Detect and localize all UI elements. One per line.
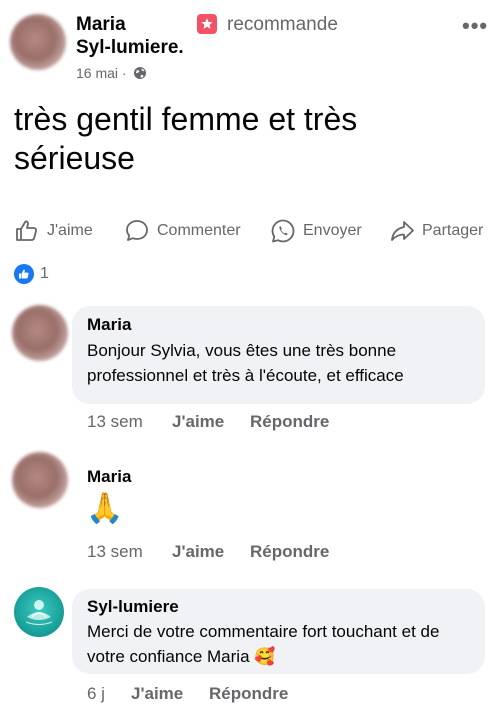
globe-icon <box>133 66 147 85</box>
comment-time: 6 j <box>87 684 105 703</box>
commenter-avatar[interactable] <box>12 305 68 361</box>
post-author-avatar[interactable] <box>10 14 66 70</box>
author-name[interactable]: Maria <box>76 14 126 35</box>
like-reaction-icon[interactable] <box>14 264 34 284</box>
like-button[interactable]: J'aime <box>14 216 93 246</box>
comment-time: 13 sem <box>87 412 143 431</box>
comment-reply-button[interactable]: Répondre <box>250 542 329 562</box>
comment-text: Merci de votre commentaire fort touchant… <box>87 622 440 666</box>
comment-icon <box>126 220 148 241</box>
post-author-name[interactable]: Maria Syl-lumiere. <box>76 13 184 59</box>
comment-like-button[interactable]: J'aime <box>131 684 183 704</box>
reaction-count[interactable]: 1 <box>40 264 49 284</box>
page-avatar[interactable] <box>14 587 64 637</box>
send-button[interactable]: Envoyer <box>270 216 362 246</box>
comment-time: 13 sem <box>87 542 143 561</box>
commenter-avatar[interactable] <box>12 452 68 508</box>
comment-like-button[interactable]: J'aime <box>172 542 224 562</box>
post-text: très gentil femme et très sérieuse <box>14 101 358 176</box>
comment-button[interactable]: Commenter <box>124 216 241 246</box>
comment-label: Commenter <box>157 222 241 239</box>
like-label: J'aime <box>47 222 93 239</box>
comment-author[interactable]: Maria <box>87 314 131 336</box>
comment-author[interactable]: Syl-lumiere <box>87 596 179 618</box>
post-date[interactable]: 16 mai · <box>76 64 127 82</box>
comment-bubble: Maria Bonjour Sylvia, vous êtes une très… <box>72 306 485 404</box>
praying-hands-emoji: 🙏 <box>86 492 124 525</box>
recommended-page-name[interactable]: Syl-lumiere. <box>76 37 184 58</box>
comment-like-button[interactable]: J'aime <box>172 412 224 432</box>
recommends-label: recommande <box>227 14 338 35</box>
send-label: Envoyer <box>303 222 362 239</box>
comment-bubble: Syl-lumiere Merci de votre commentaire f… <box>72 589 485 674</box>
lotus-logo-icon <box>25 600 53 625</box>
share-button[interactable]: Partager <box>389 216 483 246</box>
comment-reply-button[interactable]: Répondre <box>209 684 288 704</box>
comment-author[interactable]: Maria <box>87 466 131 488</box>
comment-text: Bonjour Sylvia, vous êtes une très bonne… <box>87 341 404 385</box>
recommend-icon <box>197 14 217 34</box>
thumbs-up-icon <box>16 220 37 241</box>
comment-reply-button[interactable]: Répondre <box>250 412 329 432</box>
whatsapp-icon <box>271 219 295 243</box>
share-label: Partager <box>422 222 484 239</box>
more-options-icon[interactable]: ••• <box>462 15 488 37</box>
share-arrow-icon <box>391 221 414 241</box>
